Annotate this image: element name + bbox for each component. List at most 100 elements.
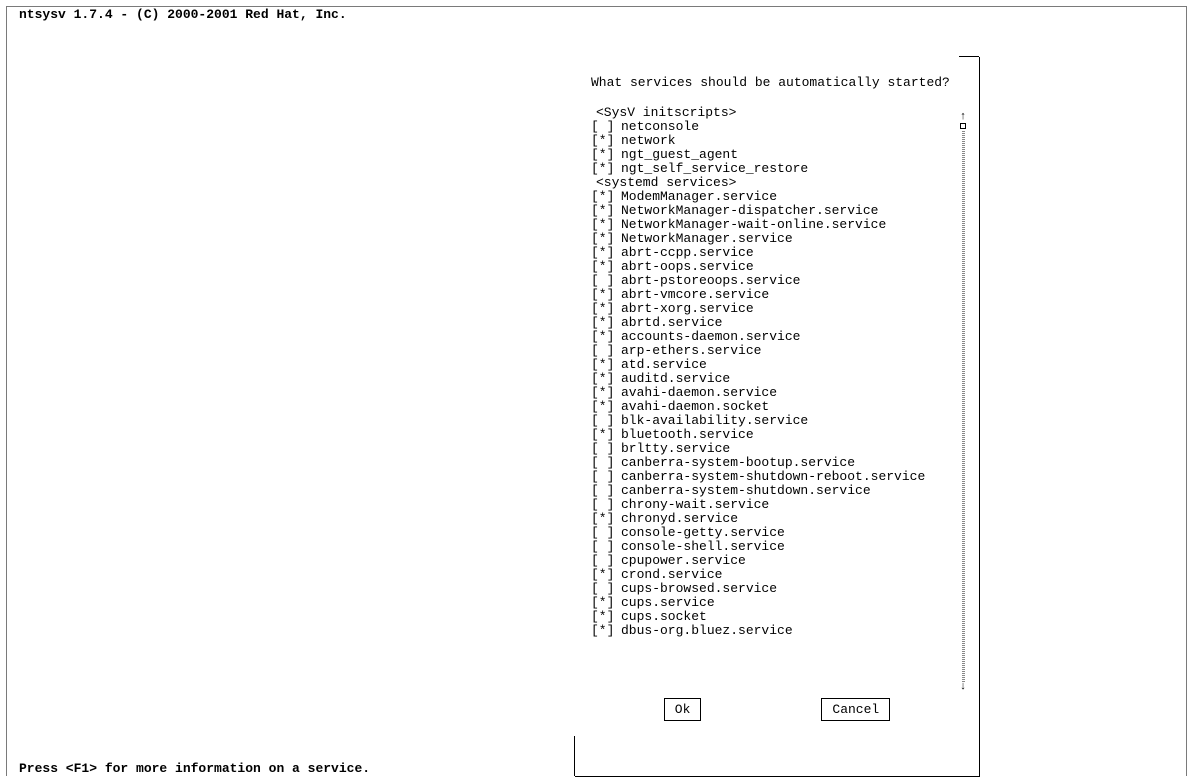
service-name: NetworkManager.service bbox=[621, 232, 793, 246]
service-checkbox[interactable]: [ ] bbox=[591, 274, 621, 288]
service-checkbox[interactable]: [ ] bbox=[591, 414, 621, 428]
service-name: netconsole bbox=[621, 120, 699, 134]
service-checkbox[interactable]: [*] bbox=[591, 568, 621, 582]
service-row[interactable]: [*]accounts-daemon.service bbox=[591, 330, 969, 344]
service-row[interactable]: [ ]cpupower.service bbox=[591, 554, 969, 568]
service-row[interactable]: [ ]abrt-pstoreoops.service bbox=[591, 274, 969, 288]
service-checkbox[interactable]: [*] bbox=[591, 288, 621, 302]
service-checkbox[interactable]: [ ] bbox=[591, 344, 621, 358]
service-checkbox[interactable]: [*] bbox=[591, 610, 621, 624]
service-checkbox[interactable]: [*] bbox=[591, 358, 621, 372]
service-name: brltty.service bbox=[621, 442, 730, 456]
service-checkbox[interactable]: [*] bbox=[591, 302, 621, 316]
service-checkbox[interactable]: [*] bbox=[591, 400, 621, 414]
service-checkbox[interactable]: [*] bbox=[591, 372, 621, 386]
service-row[interactable]: [*]network bbox=[591, 134, 969, 148]
service-row[interactable]: [ ]console-shell.service bbox=[591, 540, 969, 554]
service-checkbox[interactable]: [ ] bbox=[591, 582, 621, 596]
services-dialog: What services should be automatically st… bbox=[575, 57, 980, 777]
service-name: avahi-daemon.service bbox=[621, 386, 777, 400]
service-checkbox[interactable]: [*] bbox=[591, 162, 621, 176]
service-checkbox[interactable]: [ ] bbox=[591, 540, 621, 554]
service-row[interactable]: [*]NetworkManager-dispatcher.service bbox=[591, 204, 969, 218]
service-row[interactable]: [*]NetworkManager-wait-online.service bbox=[591, 218, 969, 232]
scroll-thumb[interactable] bbox=[960, 123, 966, 129]
service-row[interactable]: [*]avahi-daemon.service bbox=[591, 386, 969, 400]
service-checkbox[interactable]: [ ] bbox=[591, 120, 621, 134]
service-row[interactable]: [*]ngt_guest_agent bbox=[591, 148, 969, 162]
service-checkbox[interactable]: [*] bbox=[591, 512, 621, 526]
service-checkbox[interactable]: [*] bbox=[591, 148, 621, 162]
service-checkbox[interactable]: [ ] bbox=[591, 526, 621, 540]
service-row[interactable]: [*]abrt-xorg.service bbox=[591, 302, 969, 316]
service-checkbox[interactable]: [*] bbox=[591, 316, 621, 330]
service-row[interactable]: [*]auditd.service bbox=[591, 372, 969, 386]
service-name: crond.service bbox=[621, 568, 722, 582]
service-row[interactable]: [*]abrt-oops.service bbox=[591, 260, 969, 274]
service-checkbox[interactable]: [ ] bbox=[591, 484, 621, 498]
service-row[interactable]: [*]dbus-org.bluez.service bbox=[591, 624, 969, 638]
service-name: cups-browsed.service bbox=[621, 582, 777, 596]
service-name: abrtd.service bbox=[621, 316, 722, 330]
service-row[interactable]: [*]bluetooth.service bbox=[591, 428, 969, 442]
service-checkbox[interactable]: [ ] bbox=[591, 470, 621, 484]
scroll-track[interactable] bbox=[962, 130, 965, 682]
service-checkbox[interactable]: [ ] bbox=[591, 442, 621, 456]
service-row[interactable]: [*]chronyd.service bbox=[591, 512, 969, 526]
service-name: canberra-system-bootup.service bbox=[621, 456, 855, 470]
service-checkbox[interactable]: [ ] bbox=[591, 554, 621, 568]
service-checkbox[interactable]: [*] bbox=[591, 260, 621, 274]
service-checkbox[interactable]: [*] bbox=[591, 190, 621, 204]
service-checkbox[interactable]: [*] bbox=[591, 596, 621, 610]
cancel-button[interactable]: Cancel bbox=[821, 698, 890, 721]
service-row[interactable]: [ ]canberra-system-shutdown-reboot.servi… bbox=[591, 470, 969, 484]
service-name: ModemManager.service bbox=[621, 190, 777, 204]
service-row[interactable]: [ ]canberra-system-shutdown.service bbox=[591, 484, 969, 498]
service-list[interactable]: <SysV initscripts>[ ]netconsole[*]networ… bbox=[591, 106, 969, 638]
service-row[interactable]: [ ]console-getty.service bbox=[591, 526, 969, 540]
service-checkbox[interactable]: [ ] bbox=[591, 456, 621, 470]
service-row[interactable]: [*]avahi-daemon.socket bbox=[591, 400, 969, 414]
service-row[interactable]: [ ]blk-availability.service bbox=[591, 414, 969, 428]
service-row[interactable]: [ ]cups-browsed.service bbox=[591, 582, 969, 596]
service-row[interactable]: [ ]brltty.service bbox=[591, 442, 969, 456]
main-frame: ntsysv 1.7.4 - (C) 2000-2001 Red Hat, In… bbox=[6, 6, 1187, 776]
service-checkbox[interactable]: [*] bbox=[591, 218, 621, 232]
service-row[interactable]: [ ]chrony-wait.service bbox=[591, 498, 969, 512]
service-name: blk-availability.service bbox=[621, 414, 808, 428]
service-name: arp-ethers.service bbox=[621, 344, 761, 358]
service-checkbox[interactable]: [*] bbox=[591, 134, 621, 148]
ok-button[interactable]: Ok bbox=[664, 698, 702, 721]
service-row[interactable]: [*]abrt-vmcore.service bbox=[591, 288, 969, 302]
service-name: abrt-ccpp.service bbox=[621, 246, 754, 260]
service-name: cups.socket bbox=[621, 610, 707, 624]
service-name: abrt-pstoreoops.service bbox=[621, 274, 800, 288]
service-row[interactable]: [*]ngt_self_service_restore bbox=[591, 162, 969, 176]
service-row[interactable]: [*]crond.service bbox=[591, 568, 969, 582]
scroll-down-icon[interactable]: ↓ bbox=[960, 682, 967, 692]
service-name: NetworkManager-dispatcher.service bbox=[621, 204, 878, 218]
service-name: chronyd.service bbox=[621, 512, 738, 526]
service-checkbox[interactable]: [*] bbox=[591, 330, 621, 344]
service-row[interactable]: [ ]arp-ethers.service bbox=[591, 344, 969, 358]
service-checkbox[interactable]: [*] bbox=[591, 246, 621, 260]
scrollbar[interactable]: ↑ ↓ bbox=[959, 112, 967, 692]
service-name: cups.service bbox=[621, 596, 715, 610]
service-checkbox[interactable]: [*] bbox=[591, 204, 621, 218]
service-checkbox[interactable]: [*] bbox=[591, 624, 621, 638]
service-checkbox[interactable]: [*] bbox=[591, 428, 621, 442]
service-row[interactable]: [ ]netconsole bbox=[591, 120, 969, 134]
service-row[interactable]: [*]abrtd.service bbox=[591, 316, 969, 330]
service-checkbox[interactable]: [ ] bbox=[591, 498, 621, 512]
service-name: accounts-daemon.service bbox=[621, 330, 800, 344]
service-checkbox[interactable]: [*] bbox=[591, 232, 621, 246]
service-row[interactable]: [*]NetworkManager.service bbox=[591, 232, 969, 246]
scroll-up-icon[interactable]: ↑ bbox=[960, 112, 967, 122]
service-checkbox[interactable]: [*] bbox=[591, 386, 621, 400]
service-row[interactable]: [*]cups.service bbox=[591, 596, 969, 610]
service-row[interactable]: [*]ModemManager.service bbox=[591, 190, 969, 204]
service-row[interactable]: [*]atd.service bbox=[591, 358, 969, 372]
service-row[interactable]: [*]cups.socket bbox=[591, 610, 969, 624]
service-row[interactable]: [ ]canberra-system-bootup.service bbox=[591, 456, 969, 470]
service-row[interactable]: [*]abrt-ccpp.service bbox=[591, 246, 969, 260]
